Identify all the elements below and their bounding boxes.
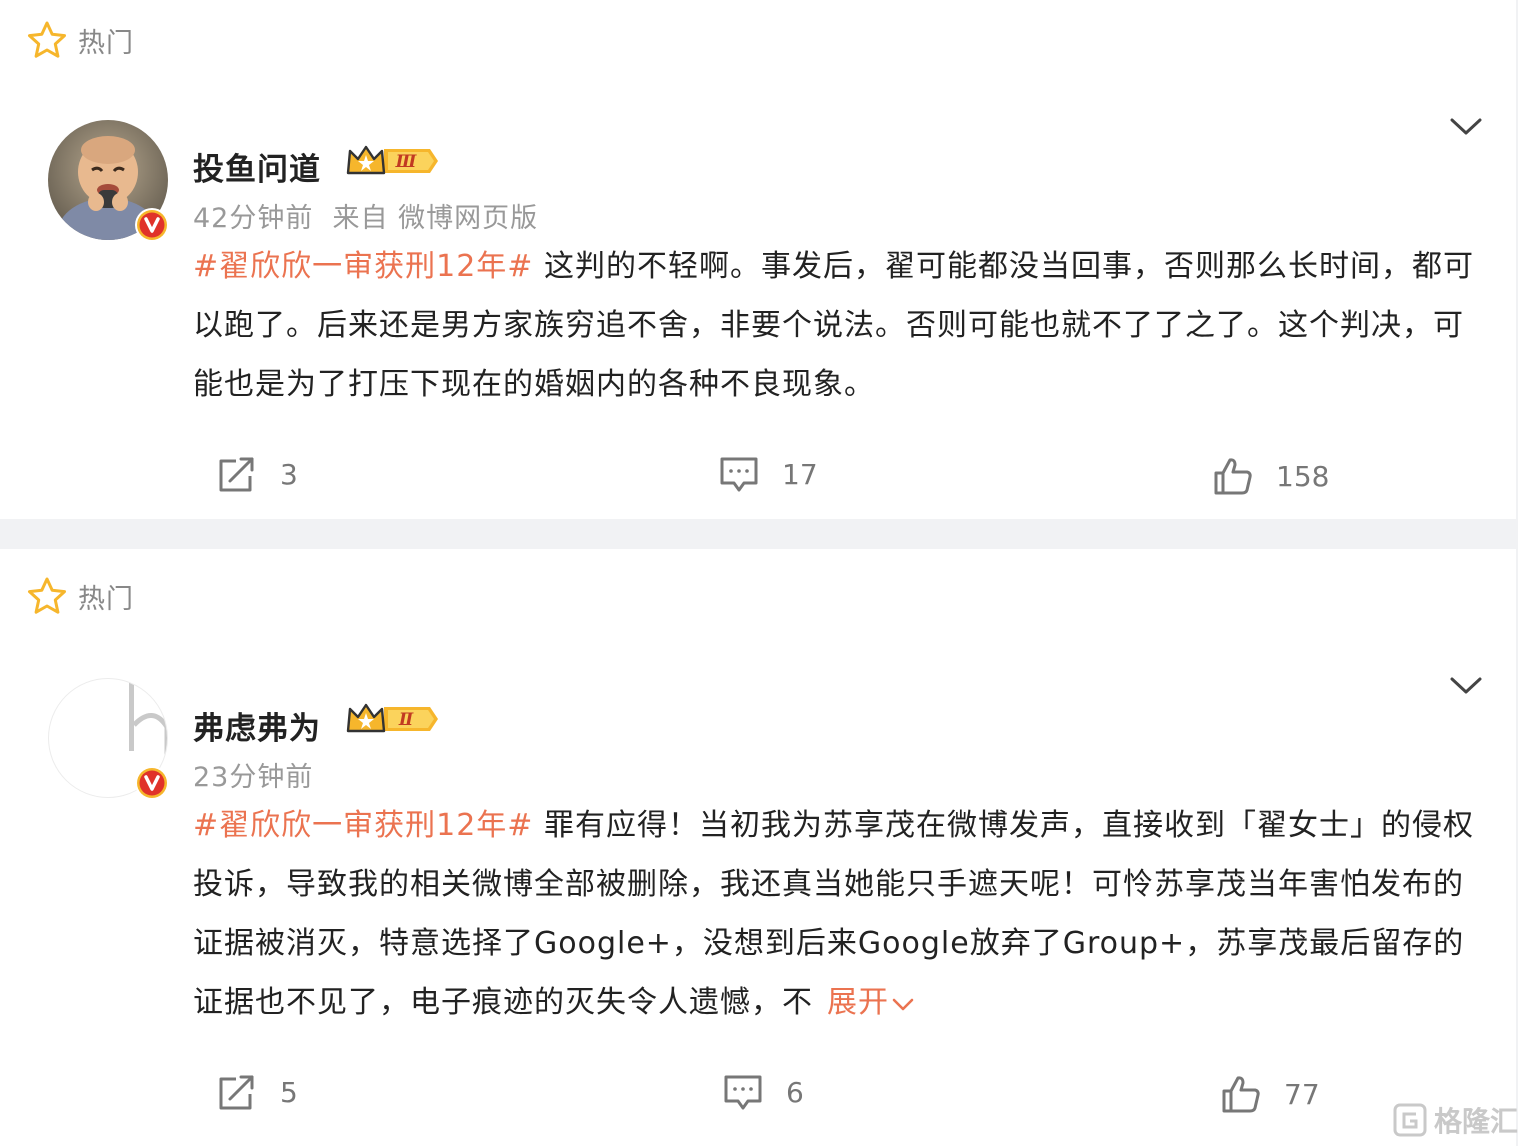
comment-icon [724,1075,762,1110]
post-source: 来自 微博网页版 [332,203,539,234]
repost-button[interactable]: 3 [216,454,298,494]
post-card: 热门 弗虑弗为 Ⅱ 23分钟前 #翟欣欣一审获刑12年# 罪有应得！当初我为苏享… [0,549,1516,1146]
thumbs-up-icon [1222,1076,1260,1113]
post-time[interactable]: 23分钟前 [193,762,313,793]
repost-count: 3 [280,457,298,491]
avatar[interactable] [48,120,170,242]
gelonghui-logo-icon [1393,1103,1427,1137]
comment-count: 17 [782,457,818,491]
comment-count: 6 [786,1075,804,1109]
avatar[interactable] [48,678,170,800]
member-crown-icon[interactable]: Ⅱ [344,701,440,737]
post-meta: 23分钟前 [193,755,313,794]
star-icon [28,577,66,614]
hot-label: 热门 [78,27,134,59]
username[interactable]: 弗虑弗为 [193,703,321,748]
star-icon [28,21,66,58]
like-count: 77 [1284,1077,1320,1111]
hot-label: 热门 [78,583,134,615]
repost-count: 5 [280,1075,298,1109]
verified-badge [135,208,169,242]
chevron-down-icon[interactable] [1448,674,1484,698]
chevron-down-icon [892,998,914,1010]
post-content: #翟欣欣一审获刑12年# 罪有应得！当初我为苏享茂在微博发声，直接收到「翟女士」… [193,796,1493,1032]
expand-link[interactable]: 展开 [827,985,915,1020]
comment-button[interactable]: 17 [718,454,818,494]
repost-icon [219,457,254,492]
hot-tag: 热门 [26,576,134,616]
repost-button[interactable]: 5 [216,1072,298,1112]
member-level: Ⅱ [398,710,414,730]
hot-tag: 热门 [26,20,134,60]
thumbs-up-icon [1214,458,1252,495]
chevron-down-icon[interactable] [1448,115,1484,139]
repost-icon [219,1075,254,1110]
username[interactable]: 投鱼问道 [193,144,321,189]
post-card: 热门 投鱼问道 Ⅲ 42分钟前 来自 微博网页版 #翟欣欣一审获刑12年# 这判… [0,0,1516,519]
comment-button[interactable]: 6 [722,1072,804,1112]
topic-link[interactable]: #翟欣欣一审获刑12年# [193,249,533,284]
post-time[interactable]: 42分钟前 [193,203,313,234]
member-level: Ⅲ [395,152,418,172]
topic-link[interactable]: #翟欣欣一审获刑12年# [193,808,533,843]
member-crown-icon[interactable]: Ⅲ [344,143,440,179]
post-meta: 42分钟前 来自 微博网页版 [193,196,538,235]
watermark: 格隆汇 [1392,1100,1518,1140]
comment-icon [720,457,758,492]
post-content: #翟欣欣一审获刑12年# 这判的不轻啊。事发后，翟可能都没当回事，否则那么长时间… [193,237,1483,414]
watermark-text: 格隆汇 [1434,1105,1518,1138]
like-button[interactable]: 77 [1220,1074,1320,1114]
verified-v-icon [137,768,167,798]
verified-badge [135,766,169,800]
like-count: 158 [1276,459,1330,493]
expand-label: 展开 [827,985,889,1020]
verified-v-icon [137,210,167,240]
like-button[interactable]: 158 [1212,456,1329,496]
